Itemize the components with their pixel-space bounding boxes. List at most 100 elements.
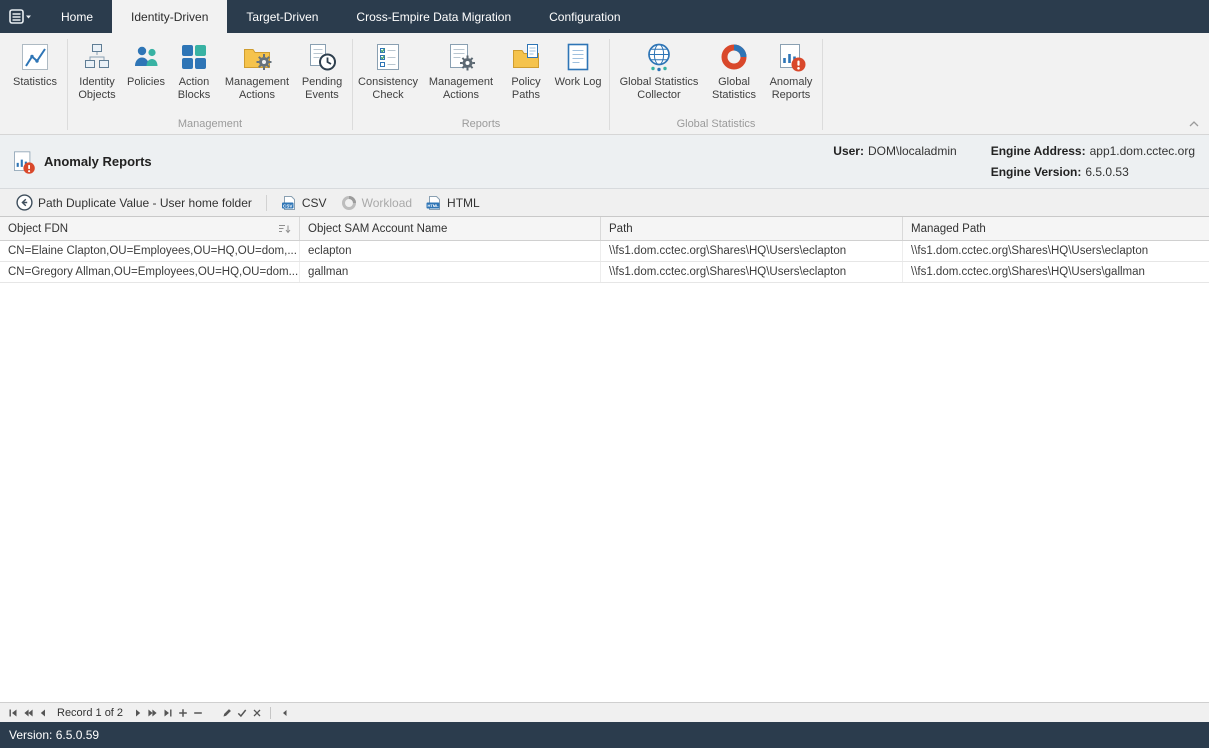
ribbon-group-management: Identity Objects Policies bbox=[69, 35, 351, 134]
ribbon-group-label: Global Statistics bbox=[611, 117, 821, 134]
anomaly-reports-title-icon bbox=[10, 149, 36, 175]
prev-record-icon bbox=[38, 708, 48, 718]
column-header-object-sam-account-name[interactable]: Object SAM Account Name bbox=[300, 217, 601, 240]
svg-text:HTML: HTML bbox=[427, 203, 439, 208]
app-menu-icon bbox=[9, 9, 33, 25]
engine-address-info: Engine Address:app1.dom.cctec.org bbox=[991, 144, 1195, 158]
cell-object-sam-account-name: eclapton bbox=[300, 241, 601, 261]
ribbon-button-label: Statistics bbox=[13, 76, 57, 89]
cell-object-fdn: CN=Elaine Clapton,OU=Employees,OU=HQ,OU=… bbox=[0, 241, 300, 261]
export-csv-label: CSV bbox=[302, 196, 327, 210]
ribbon-button-global-statistics[interactable]: Global Statistics bbox=[705, 37, 763, 104]
first-record-icon bbox=[8, 708, 18, 718]
top-menu-bar: Home Identity-Driven Target-Driven Cross… bbox=[0, 0, 1209, 33]
engine-address-label: Engine Address: bbox=[991, 144, 1086, 158]
app-window: Home Identity-Driven Target-Driven Cross… bbox=[0, 0, 1209, 748]
ribbon-button-management-actions[interactable]: Management Actions bbox=[219, 37, 295, 104]
navigator-separator bbox=[270, 707, 271, 719]
ribbon-button-label: Global Statistics Collector bbox=[615, 76, 703, 102]
nav-first-record-button[interactable] bbox=[5, 705, 20, 721]
nav-prev-record-button[interactable] bbox=[35, 705, 50, 721]
back-button-label: Path Duplicate Value - User home folder bbox=[38, 196, 252, 210]
record-navigator: Record 1 of 2 bbox=[0, 702, 1209, 722]
tab-home[interactable]: Home bbox=[42, 0, 112, 33]
nav-next-page-button[interactable] bbox=[145, 705, 160, 721]
nav-last-record-button[interactable] bbox=[160, 705, 175, 721]
ribbon-button-pending-events[interactable]: Pending Events bbox=[295, 37, 349, 104]
tab-label: Target-Driven bbox=[246, 10, 318, 24]
ribbon-button-label: Consistency Check bbox=[358, 76, 418, 102]
user-label: User: bbox=[833, 144, 864, 158]
ribbon-button-global-statistics-collector[interactable]: Global Statistics Collector bbox=[613, 37, 705, 104]
ribbon-button-label: Pending Events bbox=[297, 76, 347, 102]
ribbon-button-label: Management Actions bbox=[221, 76, 293, 102]
ribbon-button-label: Global Statistics bbox=[707, 76, 761, 102]
tab-cross-empire-data-migration[interactable]: Cross-Empire Data Migration bbox=[337, 0, 530, 33]
cell-object-sam-account-name: gallman bbox=[300, 262, 601, 282]
back-arrow-icon bbox=[16, 194, 33, 211]
plus-icon bbox=[178, 708, 188, 718]
table-row[interactable]: CN=Gregory Allman,OU=Employees,OU=HQ,OU=… bbox=[0, 262, 1209, 283]
nav-delete-record-button[interactable] bbox=[190, 705, 205, 721]
record-count-text: Record 1 of 2 bbox=[57, 707, 123, 719]
global-statistics-collector-icon bbox=[643, 41, 675, 73]
engine-version-value: 6.5.0.53 bbox=[1085, 165, 1128, 179]
column-header-label: Object SAM Account Name bbox=[308, 223, 447, 235]
nav-append-record-button[interactable] bbox=[175, 705, 190, 721]
ribbon-button-policy-paths[interactable]: Policy Paths bbox=[502, 37, 550, 104]
ribbon-button-identity-objects[interactable]: Identity Objects bbox=[71, 37, 123, 104]
ribbon-button-management-actions-report[interactable]: Management Actions bbox=[420, 37, 502, 104]
horizontal-scrollbar-track[interactable] bbox=[292, 705, 1204, 721]
table-row[interactable]: CN=Elaine Clapton,OU=Employees,OU=HQ,OU=… bbox=[0, 241, 1209, 262]
report-toolbar: Path Duplicate Value - User home folder … bbox=[0, 189, 1209, 217]
cell-managed-path: \\fs1.dom.cctec.org\Shares\HQ\Users\ecla… bbox=[903, 241, 1209, 261]
ribbon-button-anomaly-reports[interactable]: Anomaly Reports bbox=[763, 37, 819, 104]
last-record-icon bbox=[163, 708, 173, 718]
column-header-path[interactable]: Path bbox=[601, 217, 903, 240]
hscroll-left-button[interactable] bbox=[277, 705, 292, 721]
check-icon bbox=[237, 708, 247, 718]
ribbon-group-divider bbox=[609, 39, 610, 130]
engine-info: User:DOM\localadmin Engine Address:app1.… bbox=[833, 144, 1199, 179]
nav-prev-page-button[interactable] bbox=[20, 705, 35, 721]
workload-label: Workload bbox=[362, 196, 412, 210]
export-html-label: HTML bbox=[447, 196, 480, 210]
export-html-button[interactable]: HTML HTML bbox=[419, 192, 487, 214]
ribbon-button-label: Management Actions bbox=[422, 76, 500, 102]
column-header-object-fdn[interactable]: Object FDN bbox=[0, 217, 300, 240]
nav-next-record-button[interactable] bbox=[130, 705, 145, 721]
ribbon-button-statistics[interactable]: Statistics bbox=[6, 37, 64, 91]
column-header-label: Managed Path bbox=[911, 223, 986, 235]
chevron-up-icon bbox=[1189, 121, 1199, 127]
ribbon-group-label: Reports bbox=[354, 117, 608, 134]
global-statistics-icon bbox=[718, 41, 750, 73]
nav-end-edit-button[interactable] bbox=[234, 705, 249, 721]
management-actions-report-icon bbox=[445, 41, 477, 73]
ribbon-group-label bbox=[4, 117, 66, 134]
tab-label: Configuration bbox=[549, 10, 620, 24]
page-title: Anomaly Reports bbox=[44, 154, 152, 169]
ribbon-button-consistency-check[interactable]: Consistency Check bbox=[356, 37, 420, 104]
ribbon: Statistics Identity Objects bbox=[0, 33, 1209, 135]
export-csv-button[interactable]: CSV CSV bbox=[274, 192, 334, 214]
ribbon-group-reports: Consistency Check Management Actions bbox=[354, 35, 608, 134]
app-menu-button[interactable] bbox=[0, 0, 42, 33]
sort-ascending-icon bbox=[278, 223, 291, 235]
tab-identity-driven[interactable]: Identity-Driven bbox=[112, 0, 227, 33]
workload-button[interactable]: Workload bbox=[334, 192, 419, 214]
workload-icon bbox=[341, 195, 357, 211]
nav-cancel-edit-button[interactable] bbox=[249, 705, 264, 721]
nav-edit-record-button[interactable] bbox=[219, 705, 234, 721]
ribbon-button-work-log[interactable]: Work Log bbox=[550, 37, 606, 91]
prev-page-icon bbox=[23, 708, 33, 718]
back-button[interactable]: Path Duplicate Value - User home folder bbox=[9, 191, 259, 214]
column-header-managed-path[interactable]: Managed Path bbox=[903, 217, 1209, 240]
ribbon-button-action-blocks[interactable]: Action Blocks bbox=[169, 37, 219, 104]
grid-header-row: Object FDN Object SAM Account Name Path … bbox=[0, 217, 1209, 241]
ribbon-collapse-button[interactable] bbox=[1189, 116, 1199, 130]
tab-configuration[interactable]: Configuration bbox=[530, 0, 639, 33]
policies-icon bbox=[130, 41, 162, 73]
ribbon-button-policies[interactable]: Policies bbox=[123, 37, 169, 91]
grid-empty-area bbox=[0, 283, 1209, 702]
tab-target-driven[interactable]: Target-Driven bbox=[227, 0, 337, 33]
